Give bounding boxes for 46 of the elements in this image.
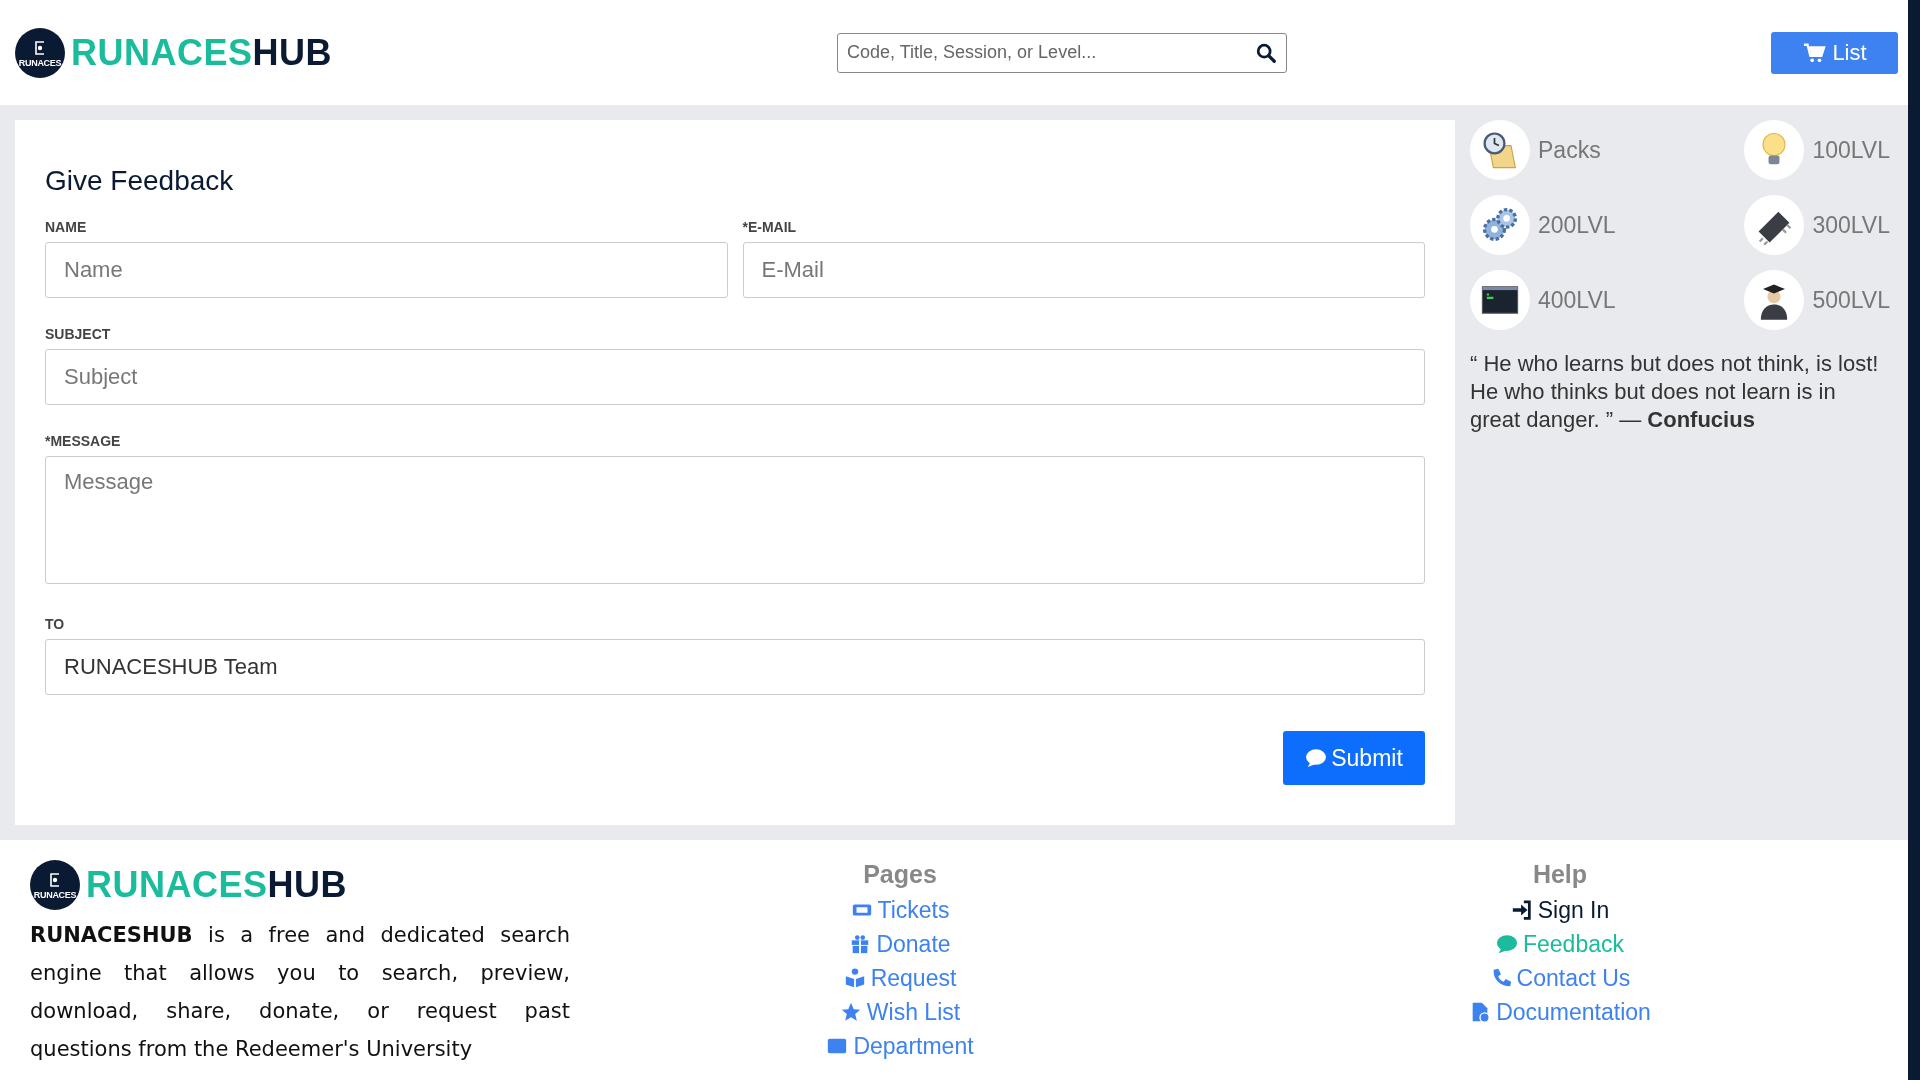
quote-text: “ He who learns but does not think, is lost! He who thinks but does not learn is in great danger. ” — Confucius <box>1470 350 1880 434</box>
comment-icon <box>1496 933 1518 955</box>
comment-icon <box>1305 748 1328 768</box>
category-link[interactable]: 200LVL <box>1470 195 1745 255</box>
logo-badge[interactable]: RUNACES <box>15 27 65 78</box>
search-icon <box>1255 41 1277 64</box>
submit-button[interactable]: Submit <box>1283 731 1425 785</box>
badge-text: RUNACES <box>33 890 77 900</box>
category-link[interactable]: Packs <box>1470 120 1745 180</box>
badge-text: RUNACES <box>18 57 62 68</box>
footer-link[interactable]: Wish List <box>839 995 961 1029</box>
category-link[interactable]: 400LVL <box>1470 270 1745 330</box>
category-link[interactable]: 500LVL <box>1744 270 1890 330</box>
list-button[interactable]: List <box>1771 31 1898 74</box>
field-label: SUBJECT <box>45 326 112 342</box>
scrollbar[interactable] <box>1908 0 1920 1080</box>
field-label: *E-MAIL <box>742 219 798 235</box>
field-label: *MESSAGE <box>45 433 122 449</box>
footer-link[interactable]: Department <box>826 1029 974 1063</box>
footer-link[interactable]: Sign In <box>1510 893 1610 927</box>
field-label: TO <box>45 616 66 632</box>
message-field[interactable]: Message <box>45 456 1425 584</box>
cart-icon <box>1802 41 1827 64</box>
form-title: Give Feedback <box>45 165 235 197</box>
footer-link[interactable]: Feedback <box>1496 927 1624 961</box>
search-field[interactable]: Code, Title, Session, or Level... <box>837 32 1287 73</box>
logo-badge[interactable]: RUNACES <box>30 860 80 910</box>
about-text: RUNACESHUB is a free and dedicated search engine that allows you to search, preview, download, share, donate, or request past questions from the Redeemer's University <box>30 922 570 1063</box>
category-link[interactable]: 300LVL <box>1744 195 1890 255</box>
input-field[interactable]: RUNACESHUB Team <box>45 639 1425 695</box>
reader-icon <box>843 967 866 989</box>
brand-name[interactable]: RUNACESHUB <box>71 31 332 74</box>
footer-link[interactable]: Request <box>843 961 957 995</box>
footer-link[interactable]: Tickets <box>850 893 950 927</box>
footer-heading: Pages <box>863 860 937 889</box>
input-field[interactable]: Subject <box>45 349 1425 405</box>
footer-link[interactable]: Documentation <box>1469 995 1651 1029</box>
input-field[interactable]: Name <box>45 242 728 298</box>
input-field[interactable]: E-Mail <box>742 242 1425 298</box>
sign-in-icon <box>1510 899 1533 921</box>
footer-link[interactable]: Contact Us <box>1489 961 1631 995</box>
field-label: NAME <box>45 219 88 235</box>
footer-link[interactable]: Donate <box>849 927 951 961</box>
category-link[interactable]: 100LVL <box>1744 120 1890 180</box>
brand-name[interactable]: RUNACESHUB <box>86 864 347 906</box>
footer-heading: Help <box>1532 860 1588 889</box>
